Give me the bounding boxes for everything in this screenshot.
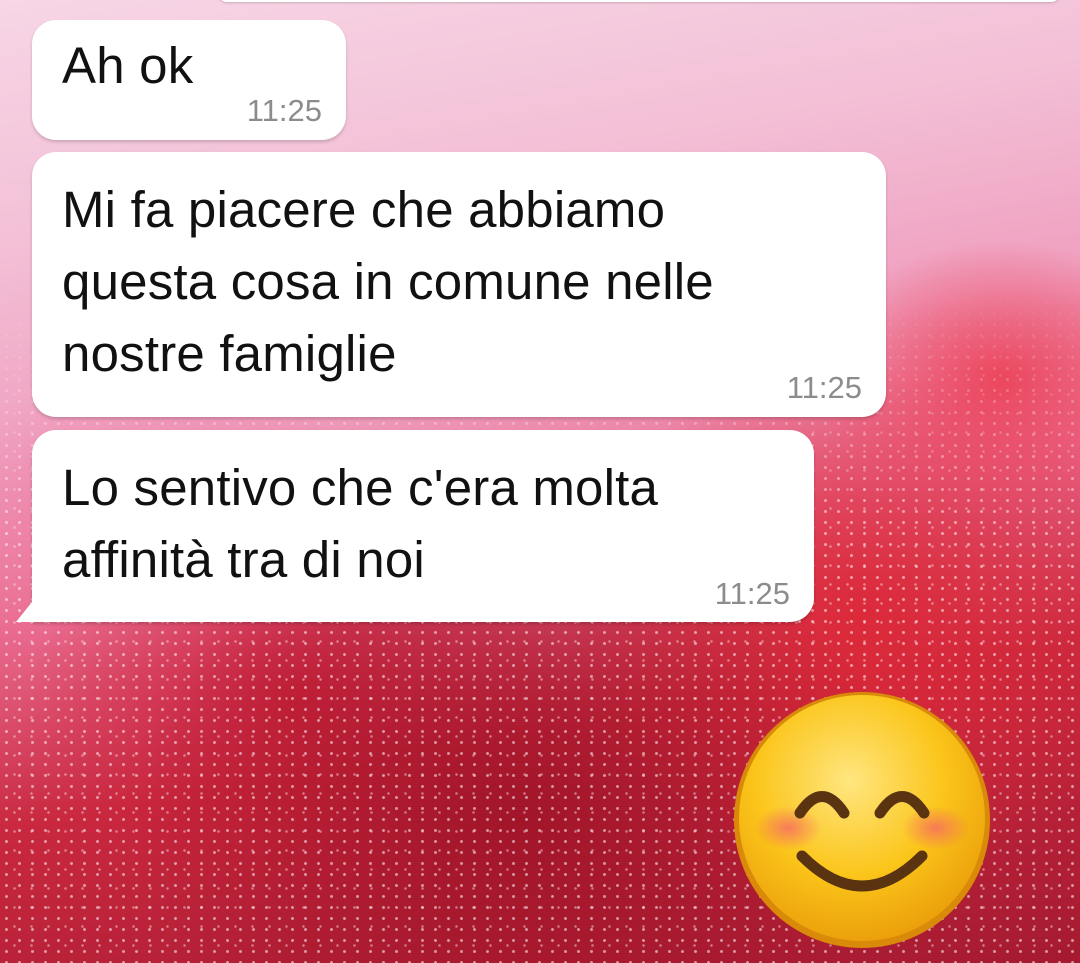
message-text: Lo sentivo che c'era molta affinità tra … bbox=[62, 459, 659, 588]
message-text: Ah ok bbox=[62, 37, 194, 94]
left-cheek-blush bbox=[754, 806, 822, 850]
previous-message-bubble[interactable] bbox=[218, 0, 1060, 2]
smiling-face-with-smiling-eyes-icon[interactable] bbox=[730, 688, 995, 953]
message-bubble[interactable]: Mi fa piacere che abbiamo questa cosa in… bbox=[32, 152, 886, 417]
message-bubble[interactable]: Ah ok 11:25 bbox=[32, 20, 346, 140]
message-bubble[interactable]: Lo sentivo che c'era molta affinità tra … bbox=[16, 430, 814, 622]
emoji-graphic bbox=[734, 692, 990, 948]
message-timestamp: 11:25 bbox=[714, 576, 790, 611]
message-timestamp: 11:25 bbox=[246, 93, 322, 128]
right-cheek-blush bbox=[902, 806, 970, 850]
message-text: Mi fa piacere che abbiamo questa cosa in… bbox=[62, 181, 714, 382]
message-timestamp: 11:25 bbox=[786, 370, 862, 405]
